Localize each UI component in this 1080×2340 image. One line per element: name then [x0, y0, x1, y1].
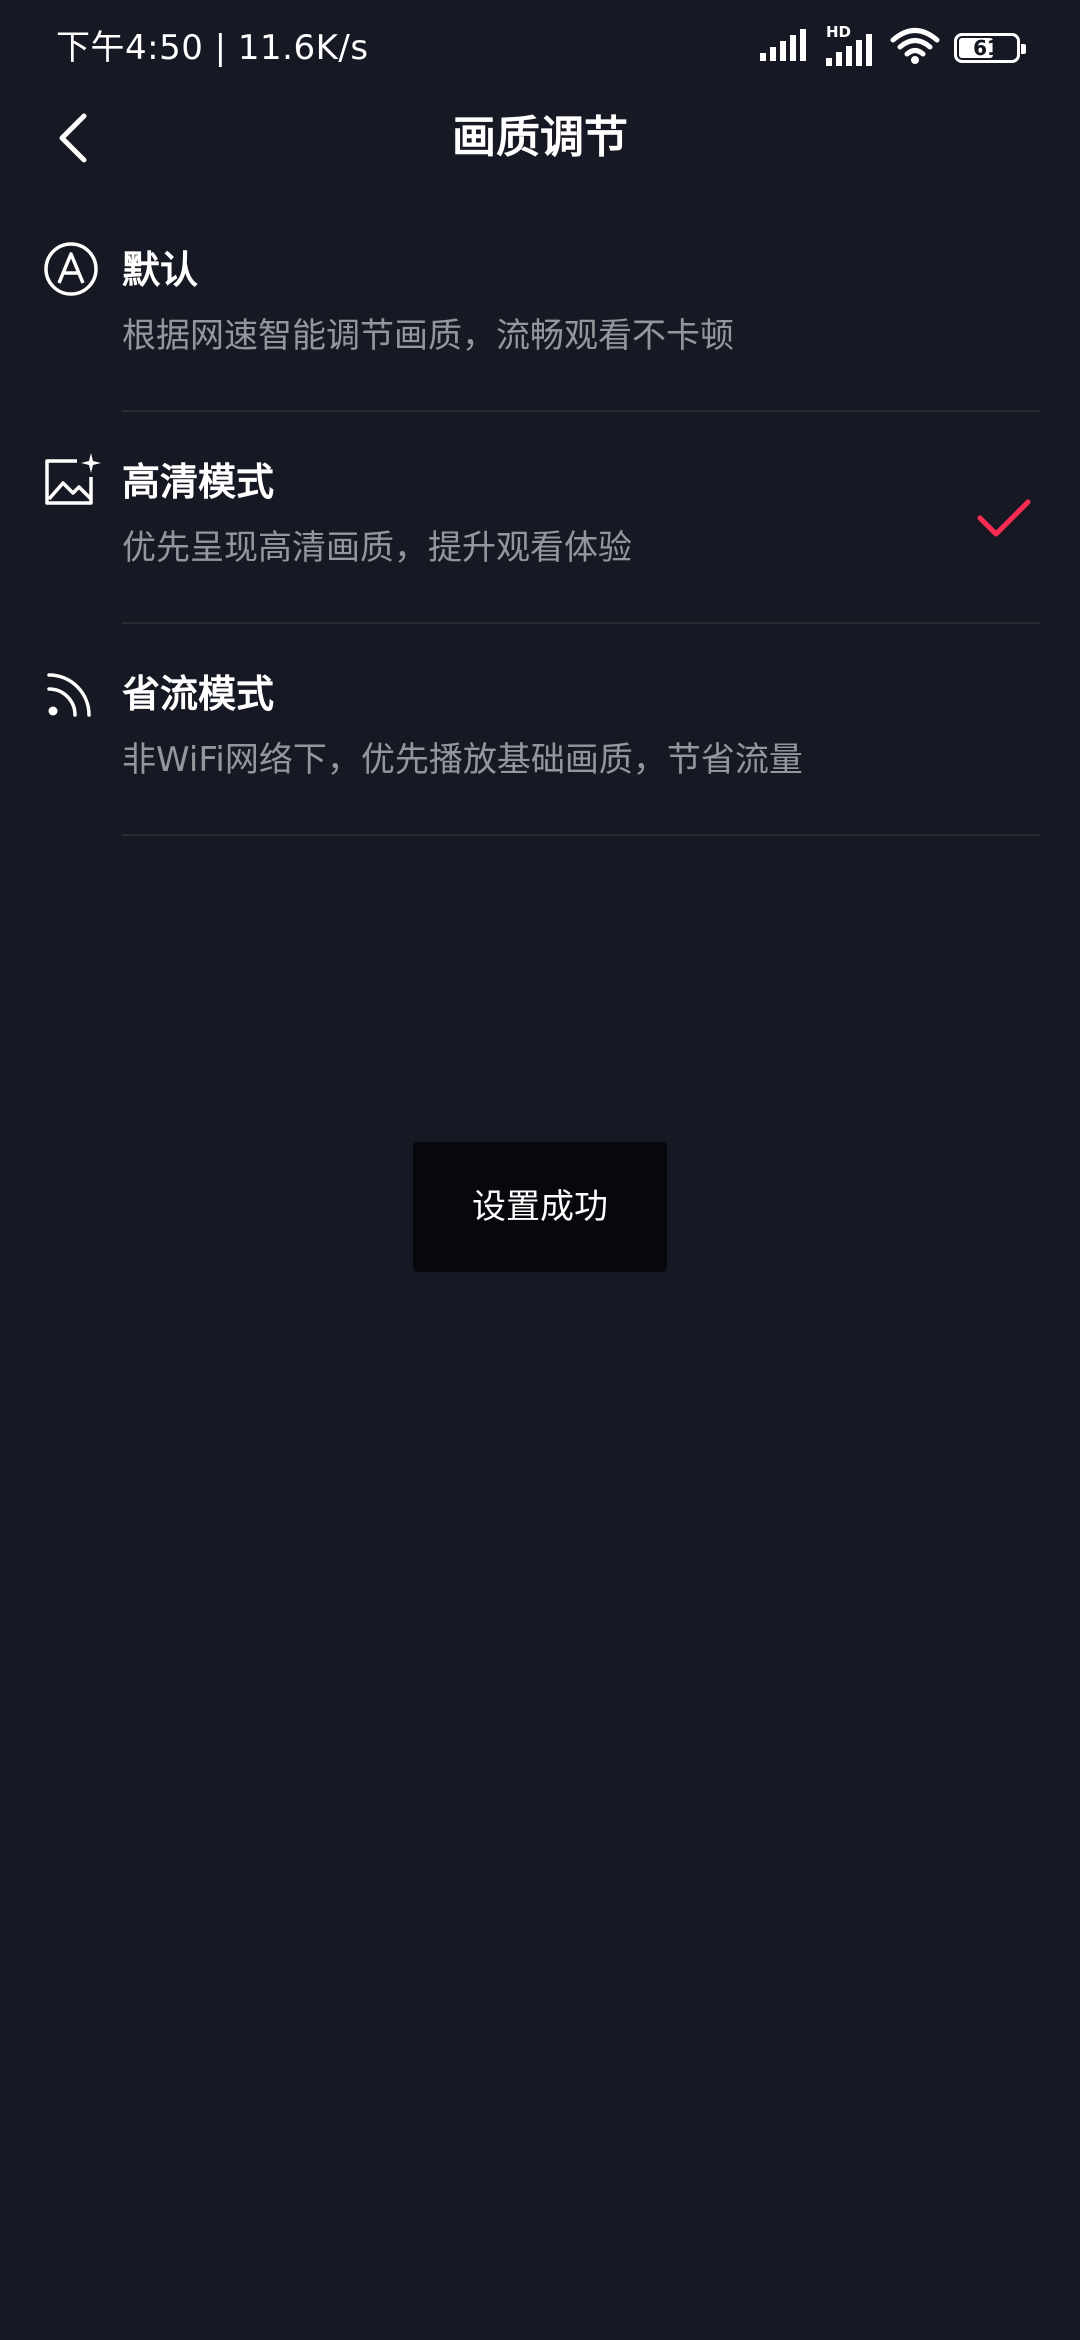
option-title: 省流模式 [122, 672, 275, 716]
option-description: 优先呈现高清画质，提升观看体验 [122, 528, 632, 568]
signal-icon [758, 29, 810, 67]
wifi-icon [890, 27, 940, 69]
option-description: 非WiFi网络下，优先播放基础画质，节省流量 [122, 740, 803, 780]
battery-level: 61 [973, 36, 1001, 60]
option-description: 根据网速智能调节画质，流畅观看不卡顿 [122, 316, 734, 356]
toast: 设置成功 [413, 1142, 667, 1272]
nav-bar: 画质调节 [0, 96, 1080, 180]
page-title: 画质调节 [452, 112, 628, 163]
status-time-network-speed: 下午4:50 | 11.6K/s [56, 28, 369, 68]
toast-message: 设置成功 [472, 1187, 608, 1227]
feed-signal-icon [40, 662, 102, 724]
status-icons: HD 61 [758, 24, 1026, 70]
quality-option-list: 默认 根据网速智能调节画质，流畅观看不卡顿 高清模式 优先呈现高清画质，提升观看… [0, 200, 1080, 836]
divider [122, 834, 1040, 836]
option-default[interactable]: 默认 根据网速智能调节画质，流畅观看不卡顿 [0, 200, 1080, 412]
option-title: 默认 [122, 248, 199, 292]
check-icon [977, 499, 1031, 537]
option-title: 高清模式 [122, 460, 275, 504]
battery-icon: 61 [954, 33, 1026, 63]
hd-signal-icon: HD [824, 24, 876, 68]
status-bar: 下午4:50 | 11.6K/s HD 61 [0, 0, 1080, 96]
auto-a-icon [40, 238, 102, 300]
option-data-saver[interactable]: 省流模式 非WiFi网络下，优先播放基础画质，节省流量 [0, 624, 1080, 836]
option-hd-mode[interactable]: 高清模式 优先呈现高清画质，提升观看体验 [0, 412, 1080, 624]
hd-image-icon [40, 450, 102, 512]
